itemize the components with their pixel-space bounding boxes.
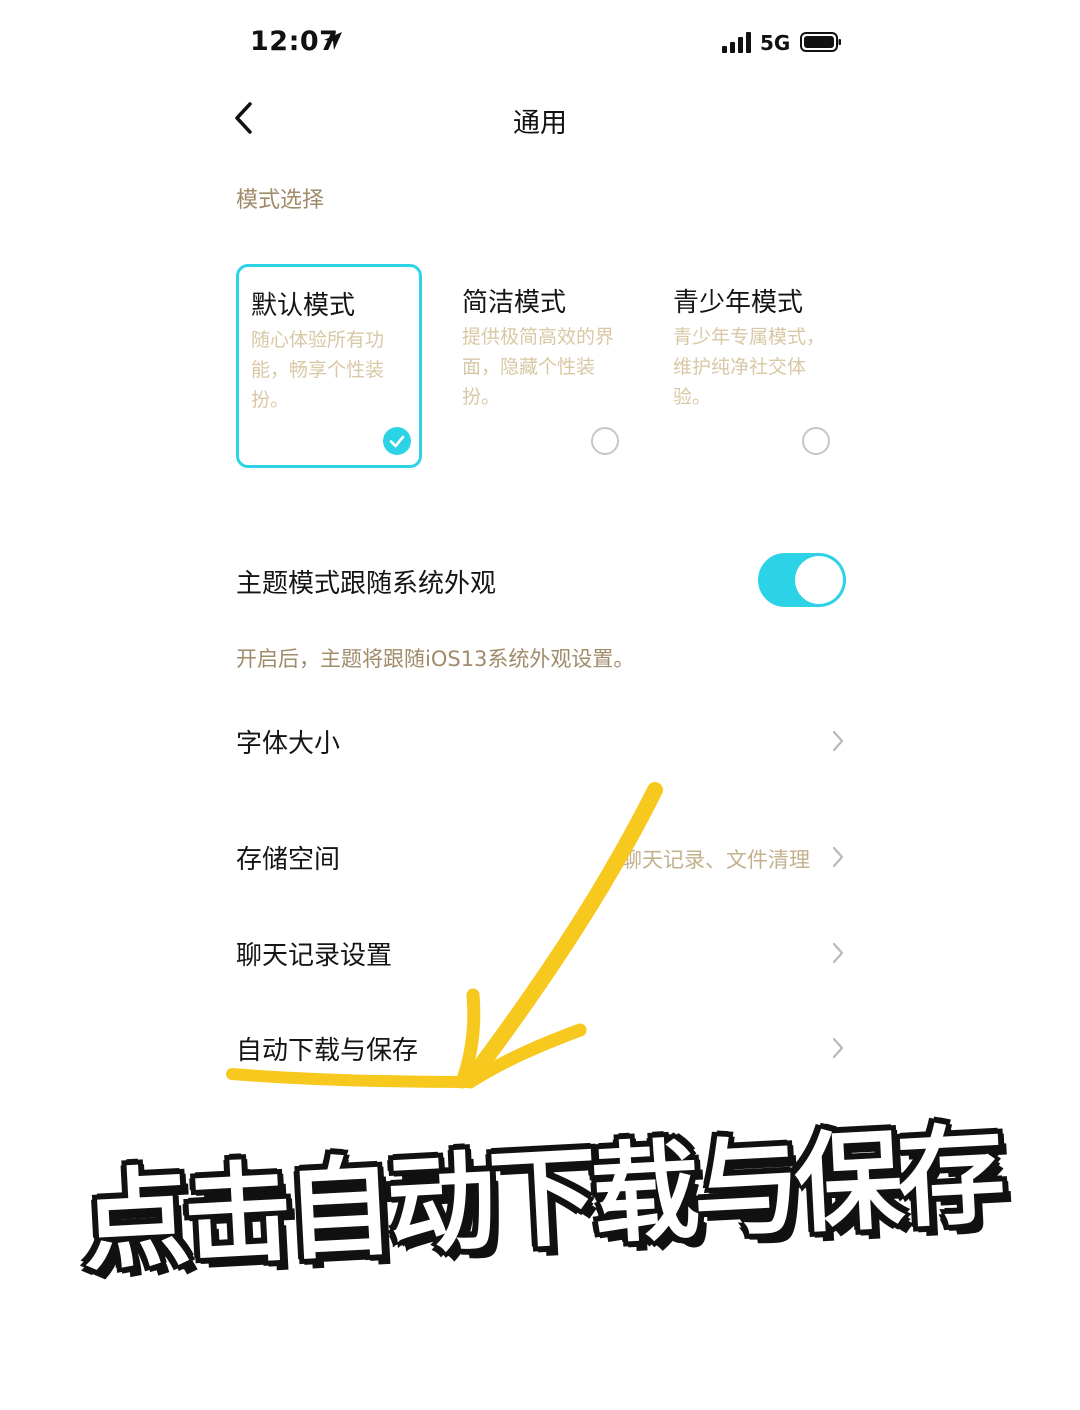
mode-card-description: 青少年专属模式，维护纯净社交体验。 <box>673 326 826 408</box>
mode-card-default[interactable]: 默认模式 随心体验所有功能，畅享个性装扮。 <box>236 264 422 468</box>
mode-card-title: 简洁模式 <box>462 288 567 318</box>
theme-follow-toggle[interactable] <box>758 553 846 607</box>
radio-unchecked-icon[interactable] <box>591 427 619 455</box>
mode-card-title: 青少年模式 <box>673 288 804 318</box>
chevron-right-icon <box>832 846 844 868</box>
chevron-right-icon <box>832 942 844 964</box>
row-font-size[interactable]: 字体大小 <box>226 705 856 777</box>
mode-card-description: 随心体验所有功能，畅享个性装扮。 <box>251 329 385 411</box>
mode-card-description: 提供极简高效的界面，隐藏个性装扮。 <box>462 326 615 408</box>
network-type-label: 5G <box>760 31 791 55</box>
row-label: 自动下载与保存 <box>236 1036 419 1066</box>
chevron-right-icon <box>832 1037 844 1059</box>
row-auto-download-save[interactable]: 自动下载与保存 <box>226 1012 856 1084</box>
row-storage[interactable]: 存储空间 聊天记录、文件清理 <box>226 821 856 893</box>
page-title: 通用 <box>513 108 567 139</box>
signal-icon <box>722 32 751 53</box>
toggle-knob <box>795 556 843 604</box>
radio-checked-icon[interactable] <box>383 427 411 455</box>
row-label: 字体大小 <box>236 729 341 759</box>
theme-follow-label: 主题模式跟随系统外观 <box>236 569 497 599</box>
chevron-right-icon <box>832 730 844 752</box>
mode-card-title: 默认模式 <box>251 291 356 321</box>
section-label-mode: 模式选择 <box>236 188 325 213</box>
row-chat-history-settings[interactable]: 聊天记录设置 <box>226 917 856 989</box>
check-icon <box>389 435 405 448</box>
chevron-left-icon <box>235 102 252 134</box>
theme-follow-helper-text: 开启后，主题将跟随iOS13系统外观设置。 <box>236 647 635 671</box>
back-button[interactable] <box>226 96 266 140</box>
row-label: 聊天记录设置 <box>236 941 393 971</box>
row-detail: 聊天记录、文件清理 <box>621 848 810 872</box>
radio-unchecked-icon[interactable] <box>802 427 830 455</box>
row-label: 存储空间 <box>236 845 341 875</box>
location-arrow-icon <box>324 32 342 50</box>
settings-screen: 12:07 5G 通用 模式选择 默认模式 随心体验所有功能，畅享个性装扮。 简… <box>0 0 1080 1410</box>
battery-icon <box>800 32 841 52</box>
annotation-caption: 点击自动下载与保存 <box>78 1113 1003 1286</box>
